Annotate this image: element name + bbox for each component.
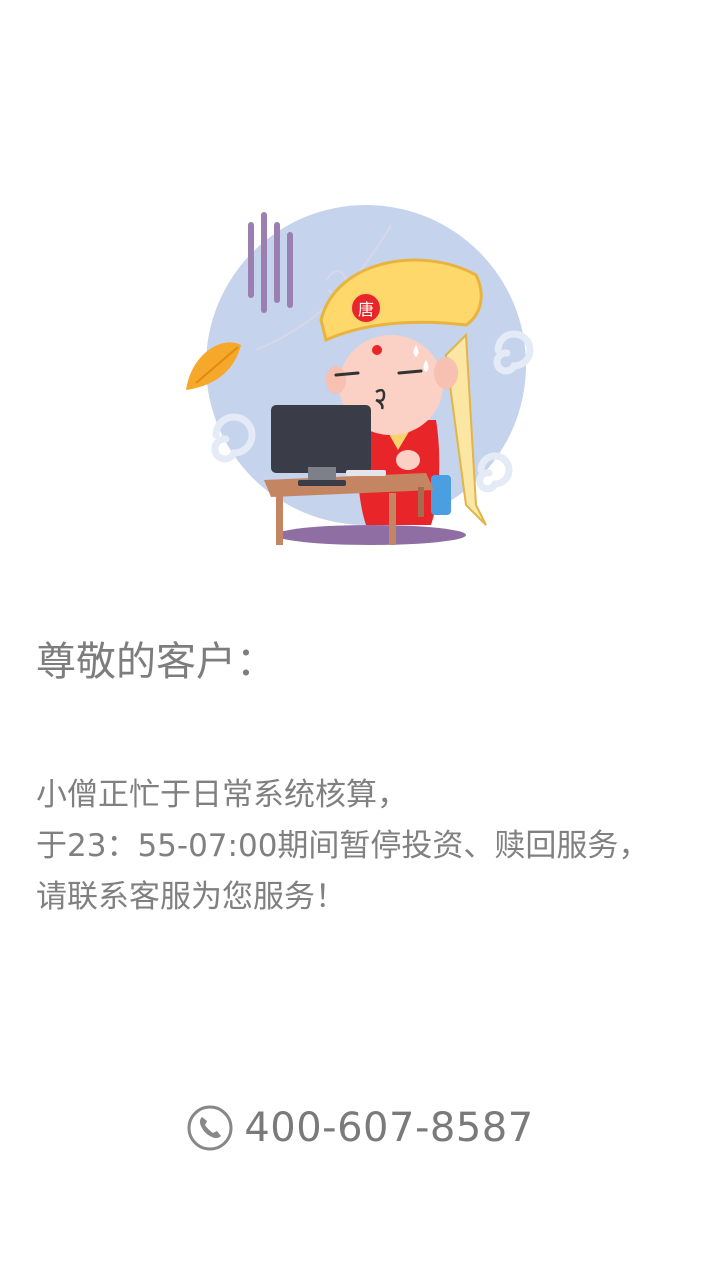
message-line-2: 于23：55-07:00期间暂停投资、赎回服务， [36, 828, 650, 864]
computer-monitor [271, 405, 371, 473]
customer-service-phone[interactable]: 400-607-8587 [0, 1098, 720, 1158]
message-line-3: 请联系客服为您服务！ [36, 879, 346, 915]
phone-icon [186, 1104, 234, 1152]
greeting-heading: 尊敬的客户： [36, 639, 276, 685]
phone-number[interactable]: 400-607-8587 [244, 1105, 533, 1151]
maintenance-message: 小僧正忙于日常系统核算， 于23：55-07:00期间暂停投资、赎回服务， 请联… [36, 770, 706, 923]
hat-badge-text: 唐 [358, 300, 374, 319]
message-line-1: 小僧正忙于日常系统核算， [36, 777, 408, 813]
maintenance-illustration: 唐 [176, 205, 536, 555]
